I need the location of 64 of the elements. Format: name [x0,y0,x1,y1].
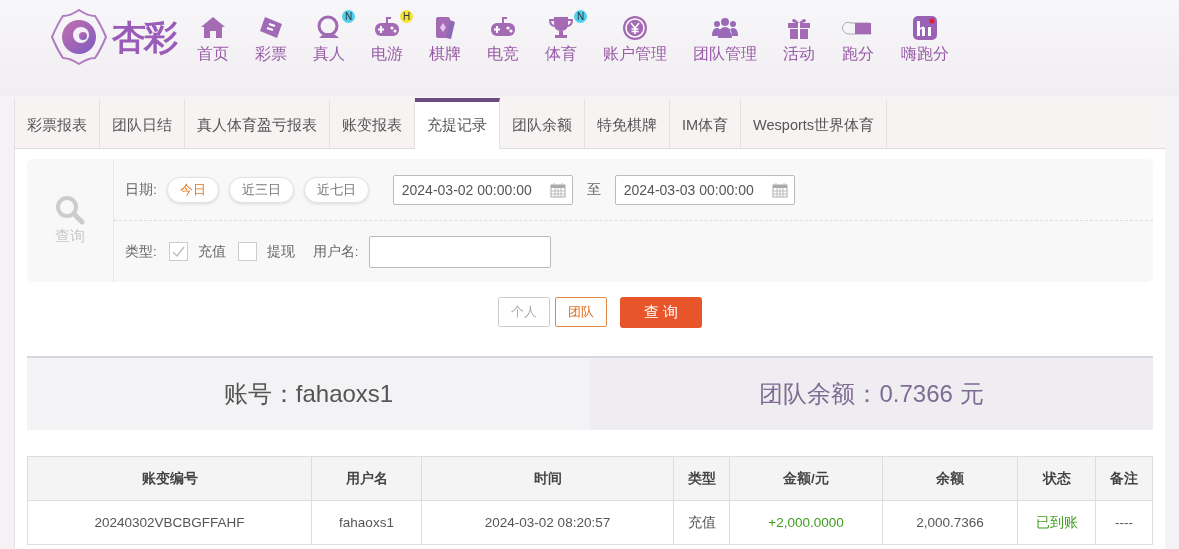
report-tab[interactable]: 充提记录 [415,98,500,149]
report-tab[interactable]: 团队余额 [500,98,585,148]
nav-link[interactable]: N 真人 [300,8,358,65]
report-tab[interactable]: 真人体育盈亏报表 [185,98,330,148]
checkbox-label: 提现 [266,242,295,261]
scope-button[interactable]: 团队 [555,297,607,327]
field-label: 用户名: [312,242,359,261]
date-field[interactable]: 2024-03-03 00:00:00 [614,174,795,205]
column-header: 账变编号 [27,456,312,501]
report-tab[interactable]: IM体育 [670,98,742,148]
badge: N [342,10,355,23]
calendar-icon [549,181,566,198]
badge: H [400,10,413,23]
badge: N [574,10,587,23]
nav-link[interactable]: 团队管理 [680,8,770,65]
field-label: 日期: [125,180,157,199]
column-header: 备注 [1095,456,1153,501]
table-cell: +2,000.0000 [729,500,883,545]
brand-name: 杏彩 [112,20,176,54]
report-tab[interactable]: Wesports世界体育 [741,98,888,148]
table-cell: 2,000.7366 [882,500,1018,545]
team-balance-text: 团队余额：0.7366 元 [759,379,984,409]
nav-link[interactable]: 彩票 [242,8,300,65]
checkbox[interactable] [168,242,188,261]
report-tab[interactable]: 特免棋牌 [585,98,670,148]
checkbox-label: 充值 [197,242,226,261]
nav-link[interactable]: 电竞 [474,8,532,65]
table-cell: fahaoxs1 [311,500,422,545]
calendar-icon [771,181,788,198]
field-label: 类型: [125,242,157,261]
nav-link[interactable]: 活动 [770,8,828,65]
date-field[interactable]: 2024-03-02 00:00:00 [392,174,573,205]
account-text: 账号：fahaoxs1 [223,379,394,409]
query-button[interactable]: 查 询 [620,297,702,328]
nav-link[interactable]: 嗨跑分 [888,8,962,65]
nav-link[interactable]: H 电游 [358,8,416,65]
column-header: 金额/元 [729,456,883,501]
report-tab[interactable]: 团队日结 [100,98,185,148]
field-label: 至 [586,180,601,199]
checkbox[interactable] [237,242,257,261]
column-header: 状态 [1017,456,1096,501]
table-cell: 已到账 [1017,500,1096,545]
date-range-button[interactable]: 近七日 [303,176,369,203]
table-cell: 20240302VBCBGFFAHF [27,500,312,545]
report-tab[interactable]: 彩票报表 [15,98,100,148]
username-field[interactable] [368,235,551,268]
table-cell: ---- [1095,500,1153,545]
search-icon [55,195,85,225]
nav-link[interactable]: 棋牌 [416,8,474,65]
flower-logo-icon [50,8,108,66]
nav-link[interactable]: N 体育 [532,8,590,65]
hi-app-icon [911,14,939,42]
column-header: 余额 [882,456,1018,501]
nav-link[interactable]: 首页 [184,8,242,65]
table-cell: 充值 [673,500,730,545]
date-range-button[interactable]: 今日 [166,176,219,203]
nav-link[interactable]: 跑分 [828,8,888,65]
column-header: 类型 [673,456,730,501]
nav-link[interactable]: 账户管理 [590,8,680,65]
date-range-button[interactable]: 近三日 [228,176,294,203]
table-cell: 2024-03-02 08:20:57 [421,500,674,545]
column-header: 时间 [421,456,674,501]
yen-coin-icon [621,14,649,42]
column-header: 用户名 [311,456,422,501]
